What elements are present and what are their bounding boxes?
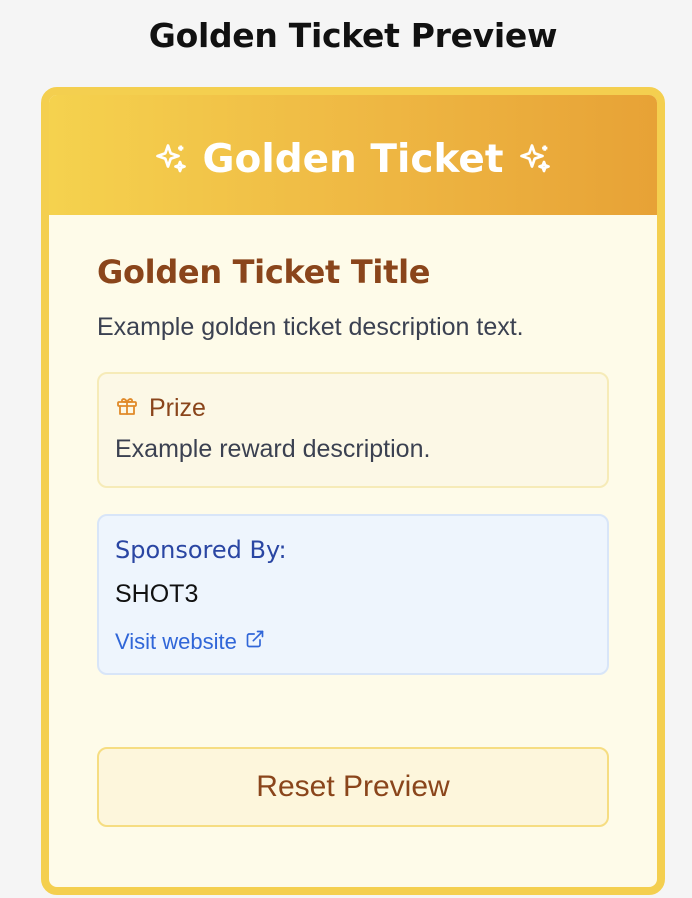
page-title: Golden Ticket Preview: [148, 16, 558, 55]
external-link-icon: [245, 629, 265, 655]
ticket-header: Golden Ticket: [49, 95, 657, 215]
ticket-header-title: Golden Ticket: [202, 136, 504, 182]
visit-website-link[interactable]: Visit website: [115, 629, 265, 655]
prize-label: Prize: [149, 394, 206, 422]
gift-icon: [115, 394, 139, 423]
sponsor-label: Sponsored By:: [115, 536, 287, 564]
sponsor-box: Sponsored By: SHOT3 Visit website: [97, 514, 609, 675]
sponsor-name: SHOT3: [115, 580, 199, 608]
sparkles-icon: [153, 141, 189, 177]
prize-header: Prize: [115, 394, 591, 423]
ticket-title: Golden Ticket Title: [97, 253, 431, 291]
ticket-body: Golden Ticket Title Example golden ticke…: [49, 215, 657, 827]
prize-description: Example reward description.: [115, 435, 431, 463]
sparkles-icon: [517, 141, 553, 177]
reset-preview-button[interactable]: Reset Preview: [97, 747, 609, 827]
prize-box: Prize Example reward description.: [97, 372, 609, 488]
visit-website-label: Visit website: [115, 629, 237, 654]
golden-ticket-card: Golden Ticket Golden Ticket Title Exampl…: [41, 87, 665, 895]
ticket-description: Example golden ticket description text.: [97, 313, 524, 341]
